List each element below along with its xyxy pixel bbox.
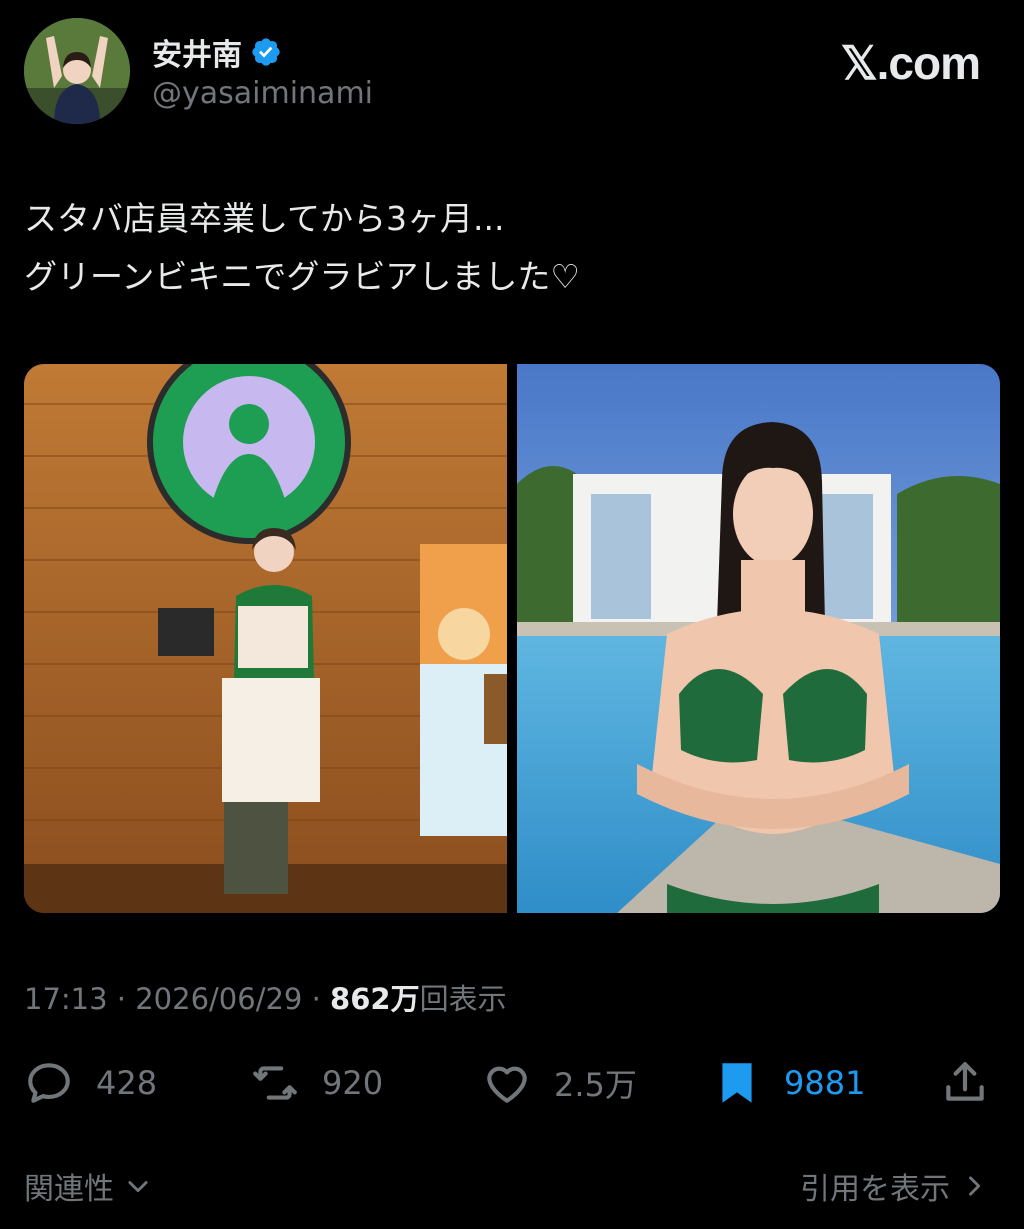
meta-separator: ·: [107, 982, 136, 1016]
sort-relevance-dropdown[interactable]: 関連性: [24, 1164, 152, 1208]
chevron-right-icon: [969, 1176, 981, 1196]
media-grid: [24, 364, 1000, 913]
tweet-time[interactable]: 17:13: [24, 982, 108, 1016]
tweet-line: グリーンビキニでグラビアしました♡: [24, 257, 580, 296]
views-label: 回表示: [419, 982, 507, 1016]
tweet-line: スタバ店員卒業してから3ヶ月...: [24, 199, 505, 238]
tweet-text: スタバ店員卒業してから3ヶ月... グリーンビキニでグラビアしました♡: [24, 190, 984, 306]
avatar[interactable]: [24, 18, 130, 124]
verified-badge-icon: [250, 36, 282, 68]
action-bar: 428 920 2.5万 9881: [24, 1056, 994, 1110]
author-display-name[interactable]: 安井南: [152, 30, 242, 74]
reply-count: 428: [96, 1064, 158, 1102]
chevron-down-icon: [128, 1181, 148, 1193]
view-quotes-link[interactable]: 引用を表示: [800, 1164, 988, 1208]
bookmark-icon: [722, 1063, 752, 1103]
photo-starbucks-store-icon: [24, 364, 507, 913]
reply-footer: 関連性 引用を表示: [24, 1164, 988, 1208]
x-com-logo: 𝕏.com: [840, 37, 981, 89]
view-quotes-label: 引用を表示: [800, 1172, 950, 1207]
like-button[interactable]: 2.5万: [482, 1056, 637, 1110]
repost-icon: [253, 1066, 297, 1100]
author-name-row[interactable]: 安井南: [152, 30, 282, 74]
photo-green-bikini-pool-icon: [517, 364, 1000, 913]
share-icon: [946, 1062, 984, 1101]
tweet-date[interactable]: 2026/06/29: [135, 982, 302, 1016]
reply-button[interactable]: 428: [24, 1056, 157, 1110]
views-count: 862万: [330, 982, 420, 1016]
like-icon: [487, 1066, 527, 1103]
media-photo-1[interactable]: [24, 364, 507, 913]
repost-count: 920: [322, 1064, 384, 1102]
tweet-meta: 17:13 · 2026/06/29 · 862万回表示: [24, 976, 507, 1018]
like-count: 2.5万: [554, 1066, 637, 1104]
repost-button[interactable]: 920: [250, 1056, 383, 1110]
author-handle[interactable]: @yasaiminami: [152, 76, 373, 111]
meta-separator: ·: [302, 982, 331, 1016]
share-button[interactable]: [940, 1056, 990, 1110]
bookmark-count: 9881: [784, 1064, 866, 1102]
sort-relevance-label: 関連性: [24, 1172, 114, 1207]
media-photo-2[interactable]: [517, 364, 1000, 913]
avatar-photo-icon: [24, 18, 130, 124]
bookmark-button[interactable]: 9881: [712, 1056, 865, 1110]
reply-icon: [28, 1063, 70, 1103]
